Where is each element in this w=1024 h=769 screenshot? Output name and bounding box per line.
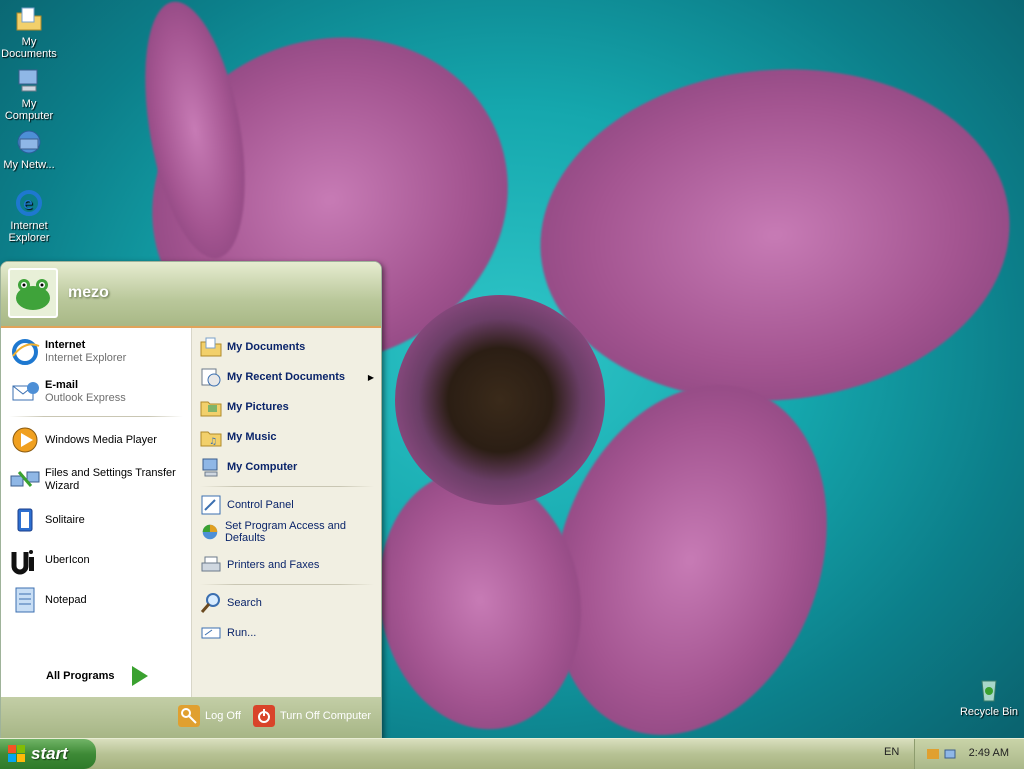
ubericon-icon	[11, 550, 34, 575]
run-icon	[201, 627, 221, 639]
start-menu-header: mezo	[1, 262, 381, 328]
transfer-wizard-icon	[10, 471, 40, 487]
taskbar: start EN 2:49 AM	[0, 738, 1024, 769]
system-tray: 2:49 AM	[914, 739, 1024, 769]
windows-flag-icon	[8, 745, 25, 762]
control-panel-icon	[201, 495, 221, 515]
start-menu-right-pane: My Documents My Recent Documents ▶ My Pi…	[191, 328, 381, 697]
search[interactable]: Search	[200, 592, 262, 614]
media-player-icon	[12, 427, 38, 453]
user-name: mezo	[68, 284, 109, 301]
computer-icon	[202, 458, 218, 477]
place-my-music[interactable]: ♫ My Music	[200, 426, 277, 448]
tray-icon[interactable]	[925, 746, 941, 762]
clock[interactable]: 2:49 AM	[969, 747, 1009, 759]
place-my-pictures[interactable]: My Pictures	[200, 396, 289, 418]
language-indicator[interactable]: EN	[884, 746, 899, 758]
separator	[200, 584, 374, 585]
place-my-computer[interactable]: My Computer	[200, 456, 297, 478]
recent-solitaire[interactable]: Solitaire	[9, 504, 85, 536]
network-tray-icon[interactable]	[943, 746, 959, 762]
internet-explorer-icon	[12, 339, 40, 365]
svg-text:e: e	[23, 194, 33, 213]
folder-documents-icon	[200, 337, 222, 357]
start-menu-footer: Log Off Turn Off Computer	[1, 697, 381, 739]
recycle-bin-icon	[981, 680, 997, 702]
desktop-icon-my-computer[interactable]: My Computer	[0, 66, 61, 122]
solitaire-icon	[17, 508, 33, 532]
start-menu: mezo Internet Internet Explorer E-mail Out…	[0, 261, 382, 740]
power-icon	[253, 705, 275, 727]
program-access-icon	[202, 524, 218, 540]
key-icon	[178, 705, 200, 727]
start-menu-left-pane: Internet Internet Explorer E-mail Outlook …	[1, 328, 191, 725]
computer-icon	[18, 69, 38, 92]
recent-notepad[interactable]: Notepad	[9, 584, 87, 616]
separator	[200, 486, 374, 487]
desktop-icon-internet-explorer[interactable]: e Internet Explorer	[0, 188, 61, 244]
place-my-documents[interactable]: My Documents	[200, 336, 305, 358]
search-icon	[200, 593, 220, 613]
notepad-icon	[15, 587, 35, 613]
separator	[9, 416, 183, 417]
recent-files-settings-transfer[interactable]: Files and Settings Transfer Wizard	[9, 464, 189, 496]
log-off-button[interactable]: Log Off	[178, 705, 241, 727]
green-arrow-icon	[132, 666, 149, 686]
user-avatar[interactable]	[8, 268, 58, 318]
printers-and-faxes[interactable]: Printers and Faxes	[200, 554, 319, 576]
desktop-icon-recycle-bin[interactable]: Recycle Bin	[957, 674, 1021, 718]
start-button[interactable]: start	[0, 739, 96, 769]
recent-documents-icon	[201, 368, 221, 387]
desktop-icon-my-documents[interactable]: My Documents	[0, 4, 61, 60]
folder-music-icon: ♫	[200, 431, 222, 447]
outlook-express-icon	[12, 382, 39, 401]
recent-windows-media-player[interactable]: Windows Media Player	[9, 424, 157, 456]
internet-explorer-icon: e	[16, 190, 42, 216]
turn-off-computer-button[interactable]: Turn Off Computer	[253, 705, 371, 727]
control-panel[interactable]: Control Panel	[200, 494, 294, 516]
pinned-email[interactable]: E-mail Outlook Express	[9, 376, 126, 408]
network-icon	[17, 130, 41, 154]
svg-text:♫: ♫	[209, 437, 217, 447]
all-programs-button[interactable]: All Programs	[46, 666, 149, 686]
desktop-icon-my-network[interactable]: My Netw...	[0, 127, 61, 171]
printer-icon	[201, 556, 221, 572]
run[interactable]: Run...	[200, 622, 256, 644]
recent-ubericon[interactable]: UberIcon	[9, 544, 90, 576]
pinned-internet[interactable]: Internet Internet Explorer	[9, 336, 126, 368]
place-my-recent-documents[interactable]: My Recent Documents ▶	[200, 366, 374, 388]
set-program-access[interactable]: Set Program Access and Defaults	[200, 520, 374, 544]
submenu-arrow-icon: ▶	[367, 372, 374, 382]
folder-documents-icon	[16, 7, 42, 31]
folder-pictures-icon	[200, 401, 222, 417]
frog-icon	[16, 279, 50, 310]
